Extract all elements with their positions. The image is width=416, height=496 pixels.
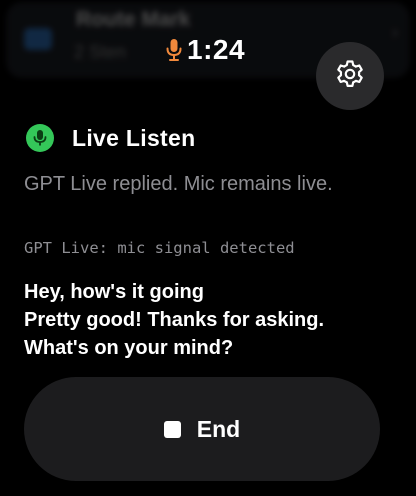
- transcript-line: Hey, how's it going: [24, 281, 204, 303]
- transcript-line: Pretty good! Thanks for asking.: [24, 309, 325, 331]
- transcript-line: What's on your mind?: [24, 337, 234, 359]
- debug-message: GPT Live: mic signal detected: [24, 239, 295, 257]
- chevron-right-icon: ›: [392, 22, 398, 42]
- status-message: GPT Live replied. Mic remains live.: [24, 173, 333, 195]
- background-app-title: Route Mark: [76, 8, 191, 31]
- header: Live Listen: [26, 122, 195, 154]
- background-app-icon: [24, 28, 52, 50]
- end-button-label: End: [196, 415, 241, 442]
- microphone-icon: [166, 36, 184, 64]
- microphone-icon: [26, 124, 54, 152]
- stop-icon: [163, 420, 181, 438]
- status-bar: 1:24: [166, 33, 245, 67]
- page-title: Live Listen: [72, 124, 196, 151]
- end-button[interactable]: End: [24, 377, 380, 481]
- transcript: Hey, how's it going Pretty good! Thanks …: [24, 278, 404, 362]
- settings-button[interactable]: [316, 42, 384, 110]
- gear-icon: [334, 58, 366, 95]
- status-time: 1:24: [187, 34, 246, 65]
- background-app-subtitle: 2 Sten: [74, 42, 127, 62]
